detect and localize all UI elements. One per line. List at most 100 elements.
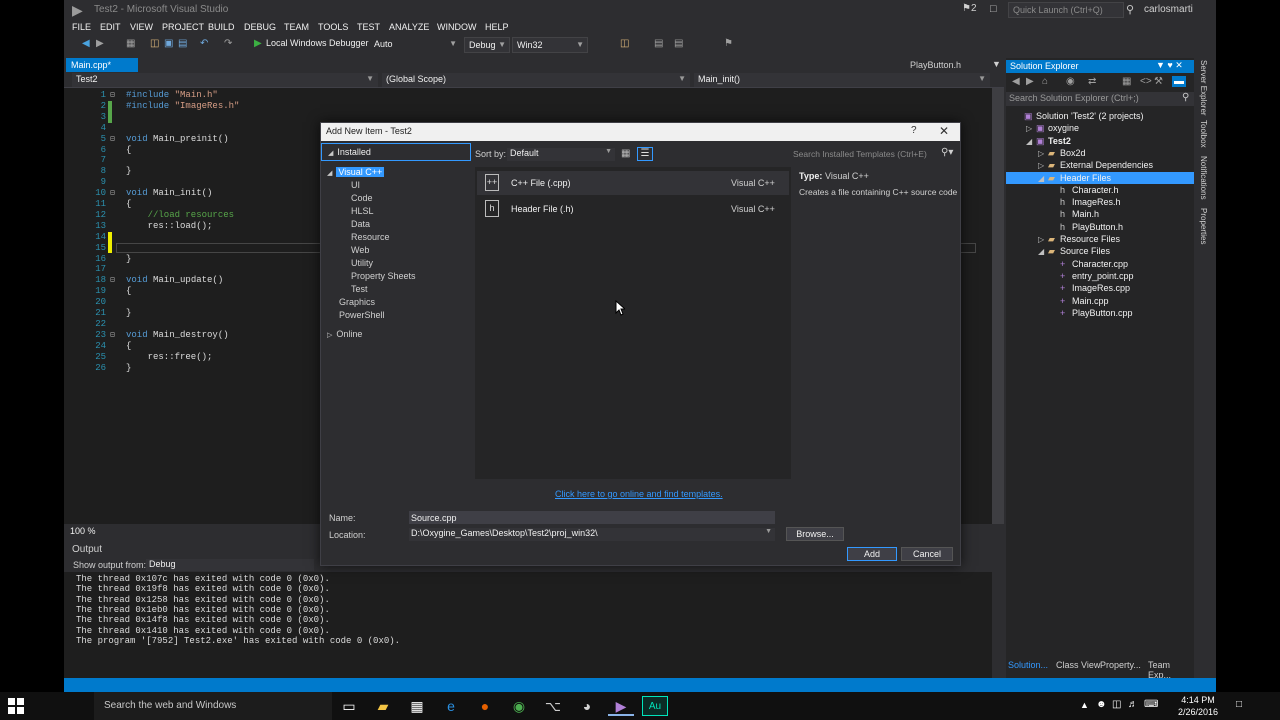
tree-item[interactable]: h Character.h: [1006, 184, 1194, 196]
redo-icon[interactable]: ↷: [224, 38, 232, 49]
store-icon[interactable]: ▦: [404, 696, 430, 716]
tree-item[interactable]: h Main.h: [1006, 208, 1194, 220]
open-file-icon[interactable]: ◫: [150, 38, 159, 49]
scope-combo[interactable]: (Global Scope) ▼: [382, 73, 690, 87]
expanded-triangle-icon[interactable]: ◢: [1038, 173, 1048, 185]
close-icon[interactable]: ✕: [939, 124, 949, 138]
category-item[interactable]: Test: [351, 284, 368, 294]
save-icon[interactable]: ▣: [164, 38, 173, 49]
tab-list-dropdown-icon[interactable]: ▼: [992, 59, 1001, 69]
tree-item[interactable]: ▷ ▰ Resource Files: [1006, 233, 1194, 245]
network-icon[interactable]: ◫: [1112, 699, 1121, 710]
category-item[interactable]: Graphics: [339, 297, 375, 307]
tree-item[interactable]: + PlayButton.cpp: [1006, 307, 1194, 319]
paint-icon[interactable]: ◕: [574, 696, 600, 716]
back-icon[interactable]: ◀: [1012, 76, 1020, 87]
tree-item[interactable]: ▷ ▰ Box2d: [1006, 147, 1194, 159]
tool-window-tab[interactable]: Properties: [1199, 208, 1208, 244]
tray-overflow-icon[interactable]: ▲: [1080, 700, 1089, 710]
tree-item[interactable]: h PlayButton.h: [1006, 221, 1194, 233]
tree-item[interactable]: + Character.cpp: [1006, 258, 1194, 270]
taskbar-search-box[interactable]: Search the web and Windows: [94, 692, 332, 720]
task-view-icon[interactable]: ▭: [336, 696, 362, 716]
tab-playbutton-h[interactable]: PlayButton.h: [910, 60, 961, 70]
firefox-icon[interactable]: ●: [472, 696, 498, 716]
collapsed-triangle-icon[interactable]: ▷: [1026, 123, 1036, 135]
collapsed-triangle-icon[interactable]: ▷: [1038, 148, 1048, 160]
forward-icon[interactable]: ▶: [1026, 76, 1034, 87]
category-item[interactable]: Resource: [351, 232, 390, 242]
expanded-triangle-icon[interactable]: ◢: [1038, 246, 1048, 258]
tool-tab[interactable]: Property...: [1100, 660, 1141, 670]
home-icon[interactable]: ⌂: [1042, 76, 1048, 87]
windows-start-icon[interactable]: [8, 698, 24, 714]
fold-toggle-icon[interactable]: ⊟: [110, 330, 115, 340]
add-button[interactable]: Add: [847, 547, 897, 561]
tool-window-tab[interactable]: Server Explorer: [1199, 60, 1208, 116]
tree-item[interactable]: + Main.cpp: [1006, 295, 1194, 307]
collapse-all-icon[interactable]: ▦: [1122, 76, 1131, 87]
category-item[interactable]: Utility: [351, 258, 373, 268]
member-combo[interactable]: Main_init() ▼: [694, 73, 990, 87]
category-item[interactable]: ◢ Visual C++: [327, 167, 385, 177]
sync-icon[interactable]: ⇄: [1088, 76, 1096, 87]
tab-main-cpp[interactable]: Main.cpp*: [66, 58, 138, 72]
notifications-flag-icon[interactable]: ⚑2: [962, 3, 977, 14]
tool-tab[interactable]: Solution...: [1008, 660, 1048, 670]
menu-item-view[interactable]: VIEW: [130, 22, 153, 32]
clock-time[interactable]: 4:14 PM: [1168, 695, 1228, 705]
chrome-icon[interactable]: ◉: [506, 696, 532, 716]
online-section[interactable]: ▷ Online: [327, 329, 362, 339]
browse-button[interactable]: Browse...: [786, 527, 844, 541]
file-name-input[interactable]: [409, 511, 775, 524]
save-all-icon[interactable]: ▤: [178, 38, 187, 49]
collapsed-triangle-icon[interactable]: ▷: [1038, 160, 1048, 172]
tree-item[interactable]: + entry_point.cpp: [1006, 270, 1194, 282]
menu-item-window[interactable]: WINDOW: [437, 22, 477, 32]
fold-toggle-icon[interactable]: ⊟: [110, 134, 115, 144]
new-project-icon[interactable]: ▦: [126, 38, 135, 49]
category-item[interactable]: Property Sheets: [351, 271, 416, 281]
location-combo[interactable]: D:\Oxygine_Games\Desktop\Test2\proj_win3…: [409, 528, 775, 541]
output-source-combo[interactable]: Debug: [146, 559, 314, 571]
find-in-files-icon[interactable]: ◫: [620, 38, 629, 49]
fold-toggle-icon[interactable]: ⊟: [110, 90, 115, 100]
platform-combo[interactable]: Win32 ▼: [512, 37, 588, 53]
category-item[interactable]: PowerShell: [339, 310, 385, 320]
debugger-mode-combo[interactable]: Auto ▼: [370, 37, 460, 53]
editor-vertical-scrollbar[interactable]: [992, 88, 1004, 524]
category-item[interactable]: Code: [351, 193, 373, 203]
online-templates-link[interactable]: Click here to go online and find templat…: [555, 489, 723, 499]
menu-item-test[interactable]: TEST: [357, 22, 380, 32]
small-icons-view-icon[interactable]: ▦: [621, 148, 630, 159]
tree-item[interactable]: ▣ Solution 'Test2' (2 projects): [1006, 110, 1194, 122]
fold-toggle-icon[interactable]: ⊟: [110, 275, 115, 285]
people-icon[interactable]: ☻: [1096, 699, 1107, 710]
expanded-triangle-icon[interactable]: ◢: [1026, 136, 1036, 148]
collapsed-triangle-icon[interactable]: ▷: [1038, 234, 1048, 246]
volume-icon[interactable]: ♬: [1128, 699, 1138, 710]
tree-item[interactable]: ▷ ▣ oxygine: [1006, 122, 1194, 134]
tree-item[interactable]: + ImageRes.cpp: [1006, 282, 1194, 294]
category-item[interactable]: Web: [351, 245, 369, 255]
action-center-icon[interactable]: □: [1236, 699, 1242, 710]
tree-item[interactable]: ◢ ▰ Header Files: [1006, 171, 1194, 185]
tree-item[interactable]: ◢ ▣ Test2: [1006, 135, 1194, 147]
menu-item-tools[interactable]: TOOLS: [318, 22, 348, 32]
code-view-icon[interactable]: <>: [1140, 76, 1152, 87]
audition-icon[interactable]: Au: [642, 696, 668, 716]
menu-item-build[interactable]: BUILD: [208, 22, 235, 32]
keyboard-icon[interactable]: ⌨: [1144, 699, 1158, 710]
debugger-label[interactable]: Local Windows Debugger: [266, 38, 369, 48]
output-text[interactable]: The thread 0x107c has exited with code 0…: [64, 572, 992, 678]
preview-icon[interactable]: ▬: [1172, 76, 1186, 87]
category-item[interactable]: UI: [351, 180, 360, 190]
category-item[interactable]: HLSL: [351, 206, 374, 216]
menu-item-team[interactable]: TEAM: [284, 22, 309, 32]
visual-studio-icon[interactable]: ▶: [608, 696, 634, 716]
tool-tab[interactable]: Class View: [1056, 660, 1100, 670]
feedback-icon[interactable]: □: [990, 3, 997, 15]
template-header-file[interactable]: h Header File (.h) Visual C++: [477, 197, 789, 221]
fold-toggle-icon[interactable]: ⊟: [110, 188, 115, 198]
menu-item-help[interactable]: HELP: [485, 22, 509, 32]
